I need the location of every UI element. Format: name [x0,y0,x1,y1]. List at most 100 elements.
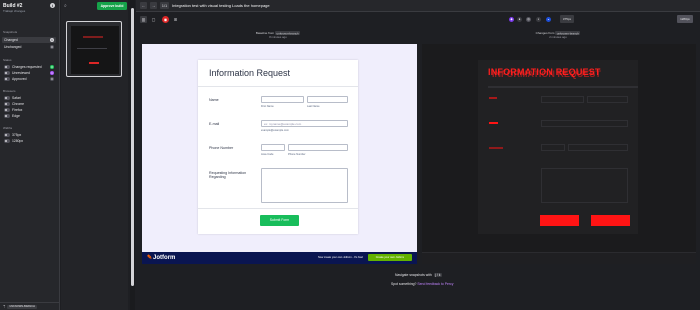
browser-label: Chrome [12,102,25,106]
diff-highlight [489,147,503,149]
diff-input-outline [568,144,628,151]
jotform-promo-text: Now create your own Jotform - It's free! [318,256,364,259]
spot-text: Spot something? [391,282,417,286]
divider [198,208,358,209]
toggle[interactable] [4,71,10,75]
phone-label: Phone Number [209,146,234,150]
diff-toggle-icon[interactable]: ◉ [162,16,169,23]
diff-title: INFORMATION REQUEST [488,67,601,77]
jotform-cta-button[interactable]: Create your own Jotform [368,254,412,261]
widths-section-label: Widths [3,126,13,130]
baseline-time: 8 minutes ago [269,35,287,39]
toggle[interactable] [4,108,10,112]
status-icon[interactable]: ◆ [509,17,514,22]
status-count: 1 [50,71,54,75]
submit-form-button[interactable]: Submit Form [260,215,299,226]
diff-button-highlight [540,215,579,226]
split-view-icon[interactable]: ▥ [140,16,147,23]
area-code-sublabel: Area Code [261,153,274,156]
toggle[interactable] [4,65,10,69]
info-icon[interactable]: i [50,3,55,8]
jotform-logo[interactable]: ✎Jotform [147,254,175,261]
filter-changed-label: Changed [4,38,18,42]
status-section-label: Status [3,58,12,62]
edge-icon[interactable]: ◒ [546,17,551,22]
width-label: 375px [12,133,22,137]
diff-input-outline [587,96,628,103]
filter-changed[interactable]: Changed 1 [2,37,56,43]
snapshots-section-label: Snapshots [3,30,18,34]
request-label: Requesting Information Regarding [209,171,247,180]
email-sublabel: example@example.com [261,129,289,132]
changed-time: 2 minutes ago [549,35,567,39]
branch-icon: ᛘ [3,304,6,309]
email-input[interactable]: ex: myname@example.com [261,120,348,127]
diff-banner [422,252,696,264]
status-approved[interactable]: Approved 0 [2,76,56,82]
diff-highlight [489,97,497,99]
viewport-375-button[interactable]: 375px [560,15,574,23]
toggle[interactable] [4,133,10,137]
viewport-1280-button[interactable]: 1280px [677,15,693,23]
first-name-input[interactable] [261,96,304,103]
name-label: Name [209,98,219,102]
filter-unchanged-count: 0 [50,45,54,49]
browser-edge[interactable]: Edge [2,113,56,119]
jotform-logo-text: Jotform [153,255,176,261]
width-1280[interactable]: 1280px [2,138,56,144]
divider [198,86,358,87]
browser-label: Firefox [12,108,23,112]
filter-unchanged-label: Unchanged [4,45,22,49]
last-name-input[interactable] [307,96,348,103]
diff-input-outline [541,96,584,103]
toggle[interactable] [4,102,10,106]
snapshot-thumbnail[interactable] [66,21,122,77]
status-label: Approved [12,77,27,81]
diff-button-highlight [591,215,630,226]
diff-divider [488,86,638,88]
toggle[interactable] [4,139,10,143]
filter-changed-count: 1 [50,38,54,42]
form-title: Information Request [209,68,291,78]
browser-icon[interactable]: ◎ [526,17,531,22]
forward-button[interactable]: → [150,2,157,9]
search-icon[interactable]: ⌕ [64,3,67,9]
diff-input-outline [541,120,628,127]
changed-caption: Changes from unknown-branch 2 minutes ag… [528,30,588,39]
branch-name[interactable]: UNKNOWN-BRANCH [7,304,37,309]
phone-number-sublabel: Phone Number [288,153,306,156]
area-code-input[interactable] [261,144,285,151]
browser-label: Edge [12,114,20,118]
zoom-icon[interactable]: ⊞ [172,16,179,23]
approve-build-button[interactable]: Approve build [97,2,127,10]
last-name-sublabel: Last Name [307,105,320,108]
scrollbar-thumb[interactable] [131,8,134,286]
firefox-icon[interactable]: ◐ [536,17,541,22]
single-view-icon[interactable]: ▢ [150,16,157,23]
filter-unchanged[interactable]: Unchanged 0 [2,44,56,50]
snapshot-counter: 1/1 [160,2,169,9]
thumbnail-diff-mark [83,36,103,38]
browsers-section-label: Browsers [3,89,16,93]
back-button[interactable]: ← [140,2,147,9]
first-name-sublabel: First Name [261,105,274,108]
toggle[interactable] [4,77,10,81]
comment-icon[interactable]: ● [517,17,522,22]
phone-number-input[interactable] [288,144,348,151]
toggle[interactable] [4,96,10,100]
navigate-text: Navigate snapshots with [395,273,432,277]
navigate-hint: Navigate snapshots with j / k [395,273,442,277]
browser-label: Safari [12,96,21,100]
branch-bar: ᛘ UNKNOWN-BRANCH [0,302,60,310]
build-subtitle: Trabajó changes [3,9,26,13]
status-label: Unreviewed [12,71,30,75]
toggle[interactable] [4,114,10,118]
status-count: 0 [50,77,54,81]
snapshot-title: Integration test with visual testing Loa… [172,3,270,8]
status-count: 0 [50,65,54,69]
navigate-key: j / k [433,273,442,277]
diff-input-outline [541,144,565,151]
request-textarea[interactable] [261,168,348,203]
feedback-link[interactable]: Send feedback to Percy [417,282,453,286]
diff-highlight [489,122,498,124]
